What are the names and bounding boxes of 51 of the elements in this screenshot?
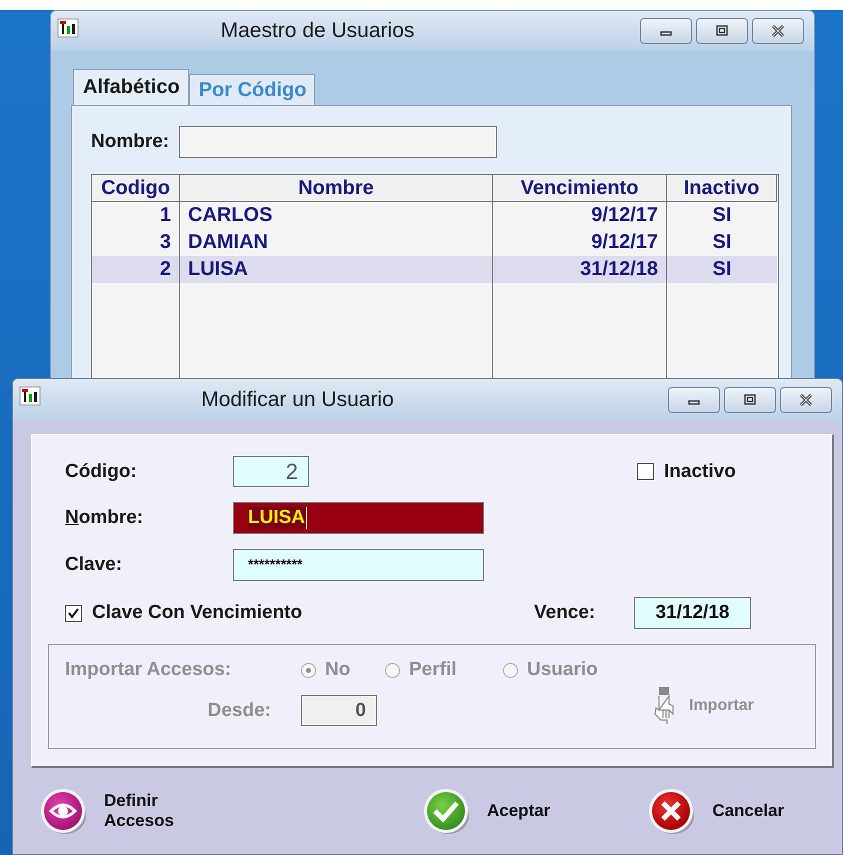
close-button[interactable] <box>780 387 832 413</box>
table-cell[interactable]: SI <box>667 229 777 256</box>
window-title: Maestro de Usuarios <box>220 19 416 43</box>
field-label: Código: <box>65 460 138 482</box>
app-icon <box>19 385 41 407</box>
password-field[interactable]: ********** <box>233 549 484 581</box>
date-field[interactable]: 31/12/18 <box>634 597 751 629</box>
column-header[interactable]: Nombre <box>180 175 493 202</box>
app-icon <box>57 17 79 39</box>
table-cell[interactable]: 9/12/17 <box>493 202 667 229</box>
close-icon <box>646 786 696 836</box>
column-header[interactable]: Vencimiento <box>493 175 667 202</box>
input-field[interactable] <box>179 126 498 158</box>
field-label: Nombre: <box>91 131 170 153</box>
table-cell[interactable]: 1 <box>92 202 180 229</box>
check-icon <box>421 786 471 836</box>
close-icon <box>798 394 814 406</box>
maximize-button[interactable] <box>724 387 776 413</box>
column-header[interactable]: Inactivo <box>667 175 777 202</box>
table-cell[interactable]: 31/12/18 <box>493 256 667 283</box>
checkbox-label: Clave Con Vencimiento <box>92 602 302 624</box>
eye-icon <box>38 786 88 836</box>
radio-label: Perfil <box>409 659 457 681</box>
input-field[interactable]: LUISA <box>233 502 484 534</box>
input-field[interactable]: 2 <box>233 456 309 487</box>
close-button[interactable] <box>752 18 804 44</box>
close-icon <box>770 25 786 37</box>
radio-label: Usuario <box>527 659 598 681</box>
field-label: Vence: <box>534 602 596 624</box>
tab[interactable]: Alfabético <box>73 69 189 105</box>
group-label: Importar Accesos: <box>65 659 232 681</box>
maximize-button[interactable] <box>696 18 748 44</box>
access-button[interactable]: Definir Accesos <box>38 786 208 836</box>
column-header[interactable]: Codigo <box>92 175 180 202</box>
maximize-icon <box>742 394 758 406</box>
checkbox-label: Inactivo <box>664 460 736 482</box>
accept-button[interactable]: Aceptar <box>421 786 550 836</box>
table-cell[interactable]: SI <box>667 202 777 229</box>
checkbox[interactable] <box>65 604 82 622</box>
field-label: Clave: <box>65 554 124 576</box>
table-cell[interactable]: LUISA <box>180 256 493 283</box>
maximize-icon <box>714 25 730 37</box>
table-cell[interactable]: 2 <box>92 256 180 283</box>
field-label: Nombre: <box>65 507 144 529</box>
radio-label: No <box>325 659 350 681</box>
cancel-button[interactable]: Cancelar <box>646 786 784 836</box>
table-cell[interactable]: CARLOS <box>180 202 493 229</box>
field-label: Desde: <box>206 700 272 722</box>
table-cell[interactable]: SI <box>667 256 777 283</box>
window-title: Modificar un Usuario <box>200 388 395 412</box>
checkbox[interactable] <box>637 463 654 480</box>
